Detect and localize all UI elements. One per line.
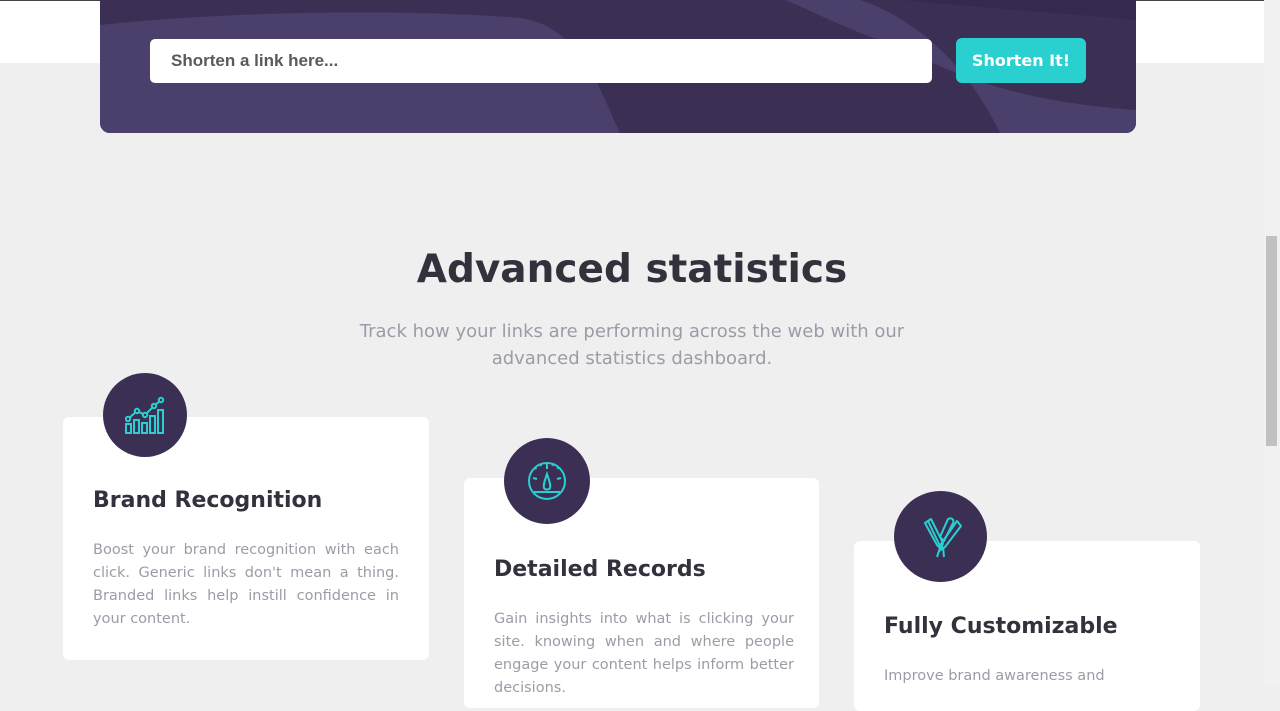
- feature-title: Fully Customizable: [884, 614, 1118, 639]
- feature-description: Improve brand awareness and: [884, 668, 1105, 684]
- section-title: Advanced statistics: [416, 247, 848, 292]
- section-subtitle: Track how your links are performing acro…: [359, 321, 905, 369]
- feature-description: Gain insights into what is clicking your…: [494, 611, 794, 696]
- detailed-records-icon: [504, 438, 590, 524]
- feature-title: Brand Recognition: [93, 488, 323, 513]
- feature-title: Detailed Records: [494, 557, 706, 582]
- shorten-panel: Shorten It!: [100, 0, 1136, 133]
- feature-description: Boost your brand recognition with each c…: [93, 542, 399, 627]
- shorten-link-input[interactable]: [150, 39, 932, 83]
- shorten-button[interactable]: Shorten It!: [956, 38, 1086, 83]
- brand-recognition-icon: [103, 373, 187, 457]
- fully-customizable-icon: [894, 491, 987, 582]
- scrollbar-thumb[interactable]: [1266, 236, 1277, 446]
